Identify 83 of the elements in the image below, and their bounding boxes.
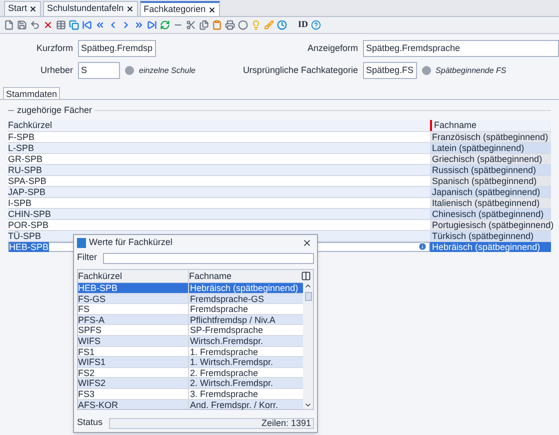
column-header[interactable]: Fachkürzel [8, 120, 430, 130]
circle-icon[interactable] [238, 20, 248, 30]
table-cell[interactable]: RU-SPB [8, 164, 430, 174]
table-cell[interactable]: Latein (spätbeginnend) [430, 142, 551, 152]
table-cell[interactable]: Wirtsch.Fremdspr. [189, 336, 303, 346]
text-field[interactable]: Spätbeg.Fremdsprache [363, 40, 559, 57]
table-cell[interactable]: Fremdsprache-GS [189, 294, 303, 304]
text-field[interactable]: Spätbeg.FS [363, 62, 417, 79]
close-icon[interactable] [126, 5, 134, 13]
table-cell[interactable]: Hebräisch (spätbeginnend) [189, 283, 303, 293]
print-icon[interactable] [225, 20, 235, 30]
copy-icon[interactable] [69, 20, 79, 30]
table-cell[interactable]: Türkisch (spätbeginnend) [430, 230, 551, 240]
paste-icon[interactable] [212, 20, 222, 30]
table-cell[interactable]: Portugiesisch (spätbeginnend) [430, 220, 551, 230]
first-record-icon[interactable] [82, 20, 92, 30]
undo-icon[interactable] [30, 20, 40, 30]
app-logo-icon [77, 238, 86, 248]
close-icon[interactable] [302, 238, 312, 248]
column-header[interactable]: Fachname [434, 120, 551, 130]
delete-icon[interactable] [43, 20, 53, 30]
close-icon[interactable] [208, 6, 216, 14]
field-note: einzelne Schule [139, 64, 196, 76]
status-label: Status [77, 416, 103, 430]
table-cell[interactable]: 2. Fremdsprache [189, 368, 303, 378]
field-label: Kurzform [35, 42, 73, 55]
tab[interactable]: Fachkategorien [140, 1, 220, 16]
table-cell[interactable]: I-SPB [8, 198, 430, 208]
table-cell[interactable]: L-SPB [8, 142, 430, 152]
table-cell[interactable]: F-SPB [8, 132, 430, 142]
table-cell[interactable]: Hebräisch (spätbeginnend) [430, 242, 551, 252]
new-file-icon[interactable] [4, 20, 14, 30]
page-back-icon[interactable] [95, 20, 105, 30]
tab[interactable]: Schulstundentafeln [43, 1, 138, 16]
dialog-title: Werte für Fachkürzel [89, 236, 174, 250]
table-cell[interactable]: CHIN-SPB [8, 208, 430, 218]
table-cell[interactable]: Fremdsprache [189, 304, 303, 314]
tab[interactable]: Start [4, 1, 42, 16]
refresh-icon[interactable] [160, 20, 170, 30]
table-cell[interactable]: Italienisch (spätbeginnend) [430, 198, 551, 208]
save-icon[interactable] [17, 20, 27, 30]
table-cell[interactable]: Pflichtfremdsp / Niv.A [189, 314, 303, 324]
table-cell[interactable]: 1. Wirtsch.Fremdspr. [189, 357, 303, 367]
table-cell[interactable]: Japanisch (spätbeginnend) [430, 186, 551, 196]
field-label: Anzeigeform [306, 42, 358, 55]
table-cell[interactable]: Russisch (spätbeginnend) [430, 164, 551, 174]
filter-field[interactable] [103, 252, 314, 264]
page-forward-icon[interactable] [134, 20, 144, 30]
table-cell[interactable]: 1. Fremdsprache [189, 346, 303, 356]
info-icon[interactable] [418, 242, 427, 251]
scrollbar[interactable] [303, 282, 313, 410]
table-icon[interactable] [56, 20, 66, 30]
table-cell[interactable]: GR-SPB [8, 154, 430, 164]
table-cell[interactable]: 3. Fremdsprache [189, 388, 303, 399]
cut-icon[interactable] [186, 20, 196, 30]
field-label: Urheber [39, 64, 73, 77]
clock-icon[interactable] [277, 20, 287, 30]
field-label: Ursprüngliche Fachkategorie [242, 64, 358, 77]
section-tab[interactable]: Stammdaten [3, 87, 60, 99]
last-record-icon[interactable] [147, 20, 157, 30]
field-note: Spätbeginnende FS [436, 64, 506, 76]
help-icon[interactable] [311, 20, 322, 30]
status-bar: Zeilen: 1391 [108, 418, 314, 428]
table-cell[interactable]: Spanisch (spätbeginnend) [430, 176, 551, 186]
scroll-up-icon[interactable] [304, 282, 312, 290]
table-cell[interactable]: SP-Fremdsprache [189, 325, 303, 335]
group-title: zugehörige Fächer [17, 104, 92, 117]
table-cell[interactable]: AFS-KOR [78, 400, 189, 410]
text-field[interactable]: S [78, 62, 120, 79]
scroll-thumb[interactable] [304, 292, 312, 301]
table-cell[interactable]: And. Fremdspr. / Korr. [189, 400, 303, 410]
column-chooser-icon[interactable] [301, 271, 311, 281]
table-cell[interactable]: Chinesisch (spätbeginnend) [430, 208, 551, 218]
table-cell[interactable]: 2. Wirtsch.Fremdspr. [189, 378, 303, 388]
copy-icon[interactable] [199, 20, 209, 30]
filter-label: Filter [77, 251, 97, 264]
sort-marker [430, 120, 432, 130]
table-cell[interactable]: Französisch (spätbeginnend) [430, 132, 551, 142]
id-button[interactable]: ID [298, 18, 308, 32]
column-header[interactable]: Fachname [189, 270, 301, 282]
close-icon[interactable] [29, 5, 38, 13]
text-field[interactable]: Spätbeg.Fremdsp [78, 40, 156, 57]
table-cell[interactable]: Griechisch (spätbeginnend) [430, 154, 551, 164]
